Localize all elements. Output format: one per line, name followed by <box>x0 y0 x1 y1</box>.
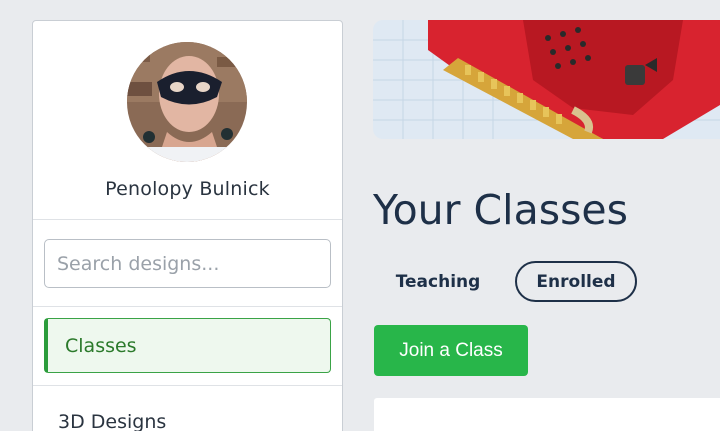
sidebar-item-classes[interactable]: Classes <box>44 318 331 373</box>
divider <box>33 385 342 386</box>
sidebar-item-label: 3D Designs <box>58 410 167 431</box>
hero-banner <box>373 20 720 139</box>
page-title: Your Classes <box>373 186 629 234</box>
sidebar-item-label: Classes <box>65 334 137 357</box>
tab-teaching[interactable]: Teaching <box>388 261 488 302</box>
microbit-banner-icon <box>373 20 720 139</box>
classes-content-card <box>374 398 720 431</box>
sidebar: Penolopy Bulnick Classes 3D Designs <box>32 20 343 431</box>
tab-enrolled[interactable]: Enrolled <box>515 261 637 302</box>
avatar-photo-icon <box>127 42 247 162</box>
join-class-button[interactable]: Join a Class <box>374 325 528 376</box>
tab-label: Enrolled <box>536 271 616 292</box>
sidebar-item-3d-designs[interactable]: 3D Designs <box>44 394 331 431</box>
profile-name: Penolopy Bulnick <box>105 178 270 200</box>
avatar[interactable] <box>127 42 247 162</box>
tab-label: Teaching <box>395 271 481 292</box>
search-input[interactable] <box>44 239 331 288</box>
divider <box>33 306 342 307</box>
divider <box>33 219 342 220</box>
